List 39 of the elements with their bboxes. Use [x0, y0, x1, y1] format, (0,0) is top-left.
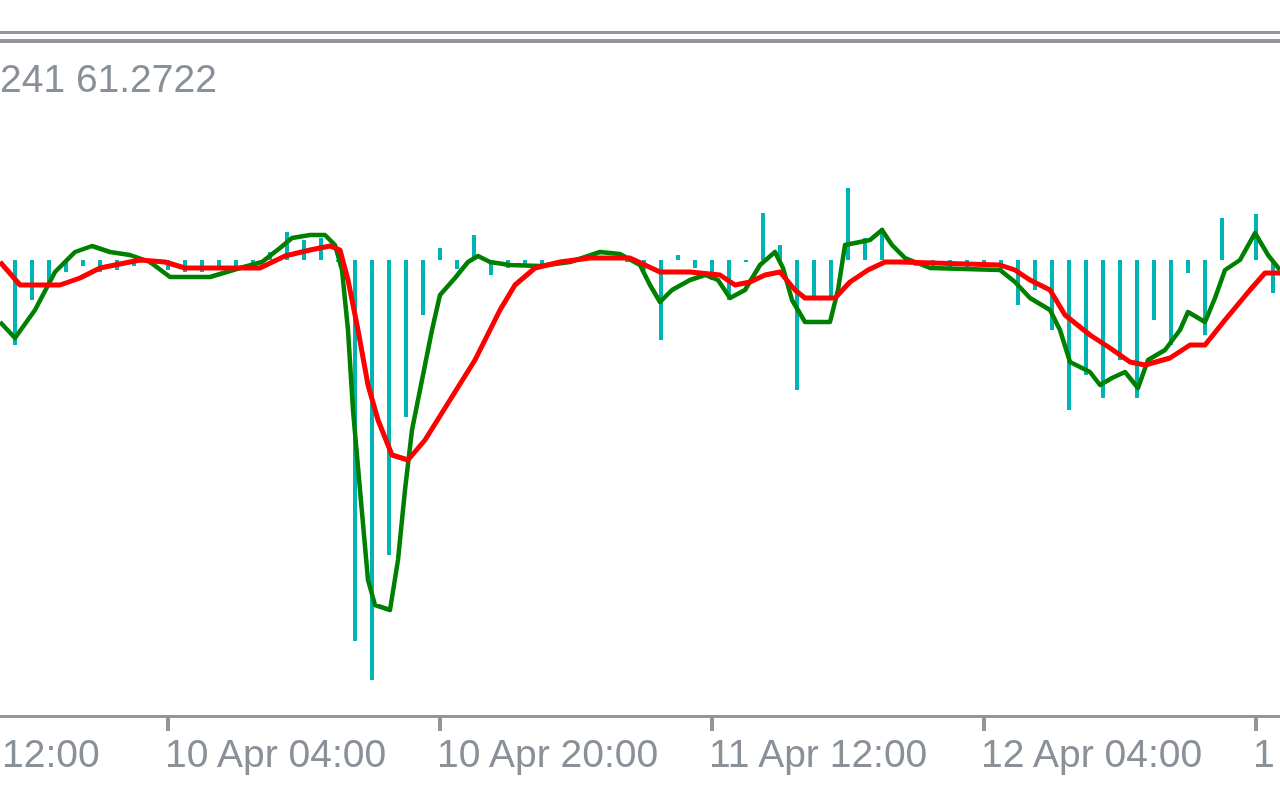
histogram-bar — [234, 260, 238, 268]
histogram-bar — [200, 260, 204, 272]
histogram-bar — [47, 260, 51, 282]
histogram-bar — [183, 260, 187, 272]
histogram-bar — [693, 260, 697, 268]
histogram-bar — [761, 213, 765, 260]
time-label: 1 — [1253, 732, 1275, 776]
histogram-bar — [455, 260, 459, 269]
histogram-bar — [727, 260, 731, 300]
time-label: 12 Apr 04:00 — [981, 732, 1203, 776]
histogram-bar — [30, 260, 34, 300]
histogram-bar — [319, 238, 323, 260]
histogram-bar — [1186, 260, 1190, 273]
histogram-bar — [64, 260, 68, 272]
histogram-bar — [285, 232, 289, 260]
time-label: 12:00 — [2, 732, 100, 776]
histogram-bar — [1016, 260, 1020, 305]
histogram-bar — [1152, 260, 1156, 320]
time-label: 10 Apr 20:00 — [437, 732, 659, 776]
histogram-bar — [523, 260, 527, 266]
indicator-values: 241 61.2722 — [0, 57, 217, 101]
histogram-bar — [846, 188, 850, 260]
histogram-bar — [1220, 218, 1224, 260]
histogram-bar — [98, 260, 102, 272]
histogram-bar — [676, 255, 680, 260]
histogram-bar — [421, 260, 425, 315]
time-label: 11 Apr 12:00 — [709, 732, 928, 776]
histogram-bar — [251, 260, 255, 265]
histogram-bar — [863, 238, 867, 260]
histogram-bar — [1271, 260, 1275, 293]
histogram-bar — [1033, 260, 1037, 290]
histogram-bar — [81, 260, 85, 266]
histogram-bar — [1254, 214, 1258, 260]
histogram-bar — [472, 235, 476, 260]
time-label: 10 Apr 04:00 — [165, 732, 387, 776]
histogram-bar — [438, 248, 442, 260]
histogram-bar — [778, 245, 782, 260]
histogram-bar — [302, 240, 306, 260]
histogram-bar — [1050, 260, 1054, 330]
